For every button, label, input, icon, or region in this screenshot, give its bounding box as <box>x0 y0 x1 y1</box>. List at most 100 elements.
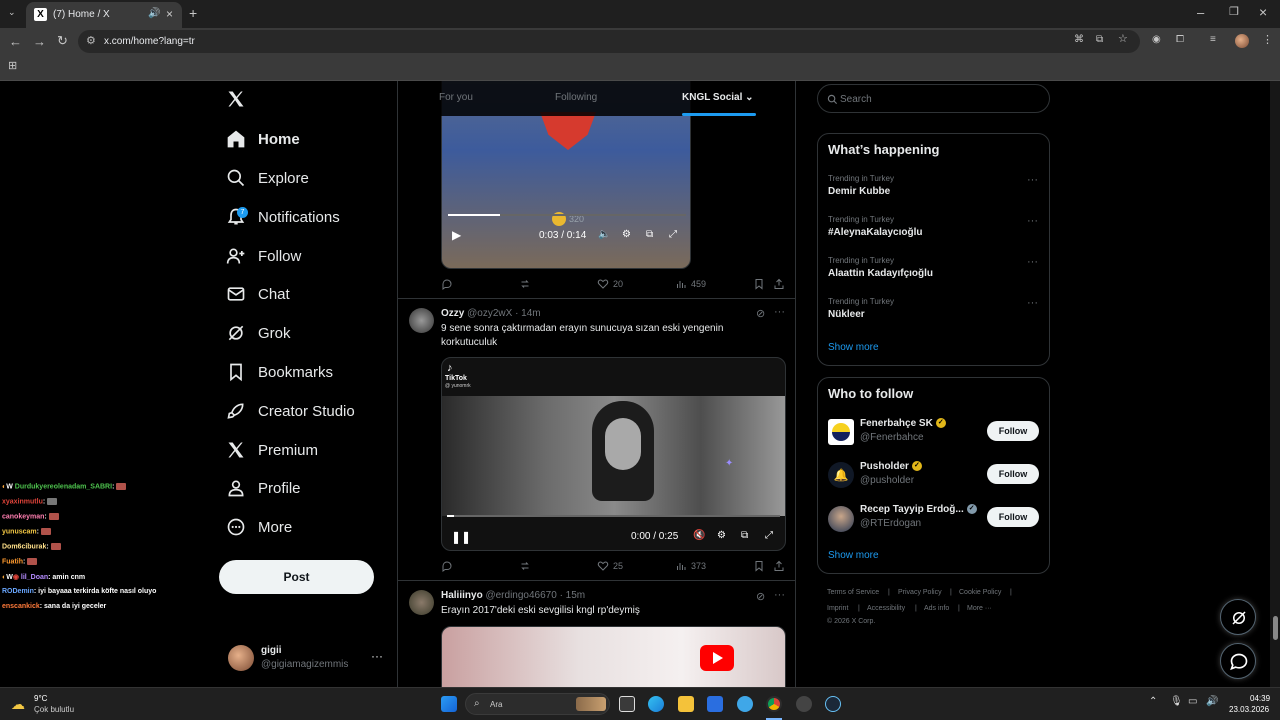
bookmark-star-icon[interactable]: ☆ <box>1118 34 1128 45</box>
footer-link[interactable]: Imprint <box>827 605 848 612</box>
trend-name[interactable]: Nükleer <box>828 309 865 320</box>
bookmark-button[interactable] <box>753 560 769 572</box>
speaker-icon[interactable]: 🔊 <box>148 8 160 19</box>
grok-fab-button[interactable] <box>1220 599 1256 635</box>
like-button[interactable]: 25 <box>597 560 623 572</box>
nav-grok[interactable]: Grok <box>226 318 291 348</box>
volume-icon[interactable]: 🔈 <box>598 229 610 240</box>
pause-icon[interactable]: ❚❚ <box>451 530 471 544</box>
file-explorer-icon[interactable] <box>619 696 635 712</box>
grok-icon[interactable]: ⊘ <box>756 590 765 603</box>
tweet-video[interactable] <box>441 626 786 687</box>
reading-list-icon[interactable]: ≡ <box>1210 35 1216 45</box>
fenerbahce-logo[interactable] <box>828 419 854 445</box>
reply-button[interactable] <box>441 560 457 572</box>
trend-more-icon[interactable]: ··· <box>1027 256 1038 268</box>
show-more-link[interactable]: Show more <box>828 342 879 353</box>
edge-icon[interactable] <box>648 696 664 712</box>
account-switcher[interactable]: gigii @gigiamagizemmis ··· <box>226 643 386 675</box>
bookmark-button[interactable] <box>753 278 769 290</box>
translate-icon[interactable]: ⌘ <box>1074 35 1084 45</box>
tweet-more-icon[interactable]: ··· <box>774 589 785 601</box>
reload-icon[interactable]: ↻ <box>57 34 68 47</box>
share-button[interactable] <box>773 278 789 290</box>
tab-following[interactable]: Following <box>555 92 597 103</box>
scrollbar-thumb[interactable] <box>1273 616 1278 640</box>
nav-more[interactable]: More <box>226 512 292 542</box>
obs-icon[interactable] <box>796 696 812 712</box>
nav-home[interactable]: Home <box>226 124 300 154</box>
nav-chat[interactable]: Chat <box>226 279 290 309</box>
browser-tab[interactable]: X (7) Home / X 🔊 × <box>26 2 182 28</box>
fullscreen-icon[interactable]: ⤢ <box>669 229 677 240</box>
tray-chevron-icon[interactable]: ⌃ <box>1149 696 1157 707</box>
trend-more-icon[interactable]: ··· <box>1027 297 1038 309</box>
account-more-icon[interactable]: ··· <box>371 649 383 663</box>
tab-for-you[interactable]: For you <box>439 92 473 103</box>
share-button[interactable] <box>773 560 789 572</box>
play-icon[interactable]: ▶ <box>452 228 461 242</box>
weather-icon[interactable]: ☁ <box>11 696 25 713</box>
browser-menu-icon[interactable]: ⋮ <box>1262 35 1273 46</box>
nav-explore[interactable]: Explore <box>226 163 309 193</box>
network-icon[interactable]: ▭ <box>1188 696 1197 707</box>
nav-bookmarks[interactable]: Bookmarks <box>226 357 333 387</box>
chrome-icon[interactable] <box>766 696 782 712</box>
tweet-more-icon[interactable]: ··· <box>774 306 785 318</box>
analytics-button[interactable]: 373 <box>675 560 706 572</box>
pusholder-logo[interactable]: 🔔 <box>828 462 854 488</box>
trend-name[interactable]: Demir Kubbe <box>828 186 890 197</box>
forward-icon[interactable]: → <box>33 35 46 48</box>
settings-icon[interactable]: ⚙ <box>622 229 631 240</box>
trend-name[interactable]: Alaattin Kadayıfçıoğlu <box>828 268 933 279</box>
footer-link[interactable]: More ··· <box>967 605 992 612</box>
footer-link[interactable]: Cookie Policy <box>959 589 1001 596</box>
tab-search-icon[interactable]: ⌄ <box>8 8 16 17</box>
follow-button[interactable]: Follow <box>987 421 1039 441</box>
folder-icon[interactable] <box>678 696 694 712</box>
nav-creator-studio[interactable]: Creator Studio <box>226 396 355 426</box>
pip-icon[interactable]: ⧉ <box>646 229 653 240</box>
follow-button[interactable]: Follow <box>987 507 1039 527</box>
extensions-puzzle-icon[interactable]: ⧠ <box>1176 35 1184 45</box>
tweet-author[interactable]: Haliiinyo @erdingo46670 · 15m <box>441 590 585 601</box>
trend-name[interactable]: #AleynaKalaycıoğlu <box>828 227 922 238</box>
site-info-icon[interactable]: ⚙ <box>86 34 96 47</box>
microphone-icon[interactable]: 🎙 <box>1170 696 1183 707</box>
taskbar-search[interactable]: ⌕ Ara <box>465 693 610 715</box>
tab-kngl-social[interactable]: KNGL Social ⌄ <box>682 92 754 103</box>
avatar[interactable] <box>409 590 434 615</box>
install-icon[interactable]: ⧉ <box>1096 35 1103 45</box>
video-progress[interactable] <box>448 214 686 216</box>
apps-grid-icon[interactable]: ⊞ <box>8 61 17 72</box>
mute-icon[interactable]: 🔇 <box>693 530 705 541</box>
back-icon[interactable]: ← <box>9 35 22 48</box>
footer-link[interactable]: Ads info <box>924 605 949 612</box>
extension-icon[interactable]: ◉ <box>1152 35 1161 45</box>
messages-fab-button[interactable] <box>1220 643 1256 679</box>
settings-icon[interactable]: ⚙ <box>717 530 726 541</box>
video-progress[interactable] <box>447 515 780 517</box>
post-button[interactable]: Post <box>219 560 374 594</box>
repost-button[interactable] <box>519 560 535 572</box>
minimize-icon[interactable]: – <box>1197 6 1204 19</box>
store-icon[interactable] <box>707 696 723 712</box>
nav-premium[interactable]: Premium <box>226 435 318 465</box>
nav-follow[interactable]: Follow <box>226 241 301 271</box>
repost-button[interactable] <box>519 278 535 290</box>
address-bar[interactable]: ⚙ x.com/home?lang=tr ⌘ ⧉ ☆ <box>78 30 1140 53</box>
close-window-icon[interactable]: × <box>1259 5 1267 19</box>
like-button[interactable]: 20 <box>597 278 623 290</box>
x-logo-icon[interactable] <box>226 89 246 109</box>
avatar[interactable] <box>409 308 434 333</box>
show-more-link[interactable]: Show more <box>828 550 879 561</box>
volume-icon[interactable]: 🔊 <box>1206 696 1218 707</box>
close-tab-icon[interactable]: × <box>166 7 173 21</box>
trend-more-icon[interactable]: ··· <box>1027 174 1038 186</box>
scrollbar[interactable] <box>1270 81 1280 687</box>
footer-link[interactable]: Accessibility <box>867 605 905 612</box>
search-input[interactable]: Search <box>817 84 1050 113</box>
follow-button[interactable]: Follow <box>987 464 1039 484</box>
nav-notifications[interactable]: 7 Notifications <box>226 202 340 232</box>
new-tab-icon[interactable]: + <box>189 6 197 20</box>
